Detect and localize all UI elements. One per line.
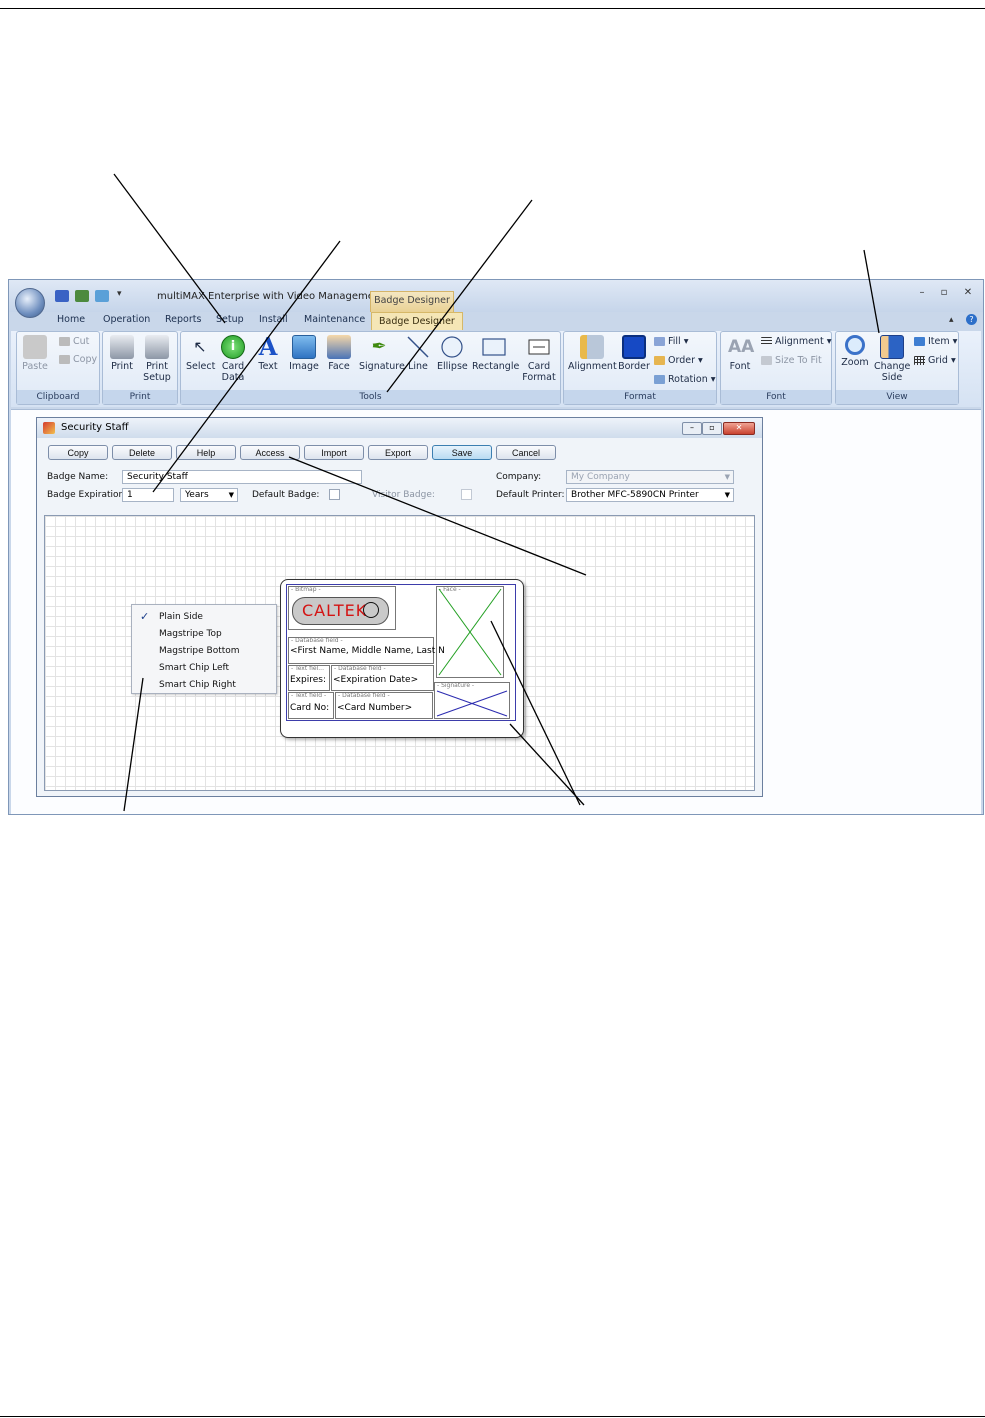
callout-line-face (490, 620, 581, 806)
callout-line-access (288, 456, 587, 576)
callout-line-side-menu (123, 677, 144, 812)
callout-lines (113, 173, 880, 812)
callout-line-expiration (152, 240, 341, 493)
callout-line-card-data (113, 173, 226, 324)
callout-line-change-side (863, 249, 880, 334)
callout-line-tools (386, 199, 533, 393)
